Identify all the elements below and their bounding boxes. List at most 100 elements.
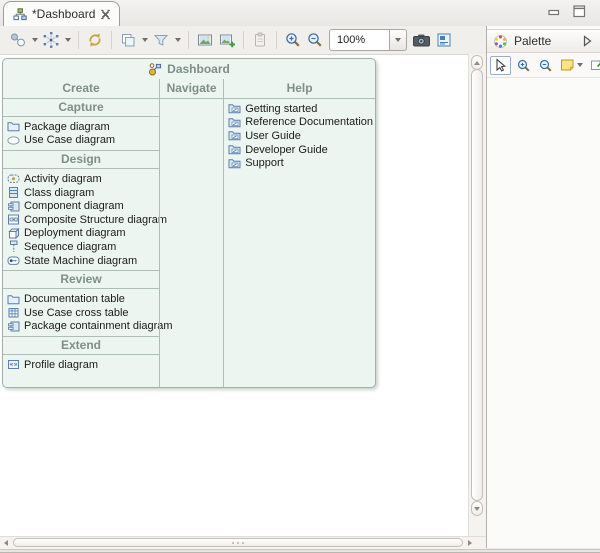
zoom-out-button[interactable] bbox=[304, 29, 326, 51]
chevron-down-icon[interactable] bbox=[65, 38, 71, 42]
layout-button[interactable] bbox=[40, 29, 73, 51]
nodes-button[interactable] bbox=[7, 29, 40, 51]
list-item-reference-documentation[interactable]: Reference Documentation bbox=[224, 116, 375, 130]
sync-button[interactable] bbox=[84, 29, 106, 51]
table-icon bbox=[7, 306, 20, 319]
chevron-down-icon[interactable] bbox=[32, 38, 38, 42]
toolbar-separator bbox=[111, 31, 112, 49]
paste-icon bbox=[251, 31, 269, 49]
navigate-header: Navigate bbox=[160, 79, 223, 99]
minimize-icon[interactable] bbox=[548, 6, 560, 18]
palette-panel: Palette bbox=[487, 26, 600, 548]
list-item-class-diagram[interactable]: Class diagram bbox=[3, 186, 159, 200]
palette-zoom-in-tool[interactable] bbox=[514, 57, 533, 74]
nodes-icon bbox=[9, 31, 27, 49]
list-item-developer-guide[interactable]: Developer Guide bbox=[224, 143, 375, 157]
ellipse-icon bbox=[7, 134, 20, 147]
list-item-package-diagram[interactable]: Package diagram bbox=[3, 120, 159, 134]
camera-icon bbox=[412, 31, 431, 49]
zoom-level-combo[interactable]: 100% bbox=[329, 29, 407, 51]
list-item-composite-structure-diagram[interactable]: Composite Structure diagram bbox=[3, 213, 159, 227]
dashboard-panel: Dashboard Create Capture Package dia bbox=[2, 58, 376, 388]
zoom-level-value[interactable]: 100% bbox=[329, 29, 390, 51]
activity-diagram-icon bbox=[7, 172, 20, 185]
vertical-scrollbar[interactable] bbox=[468, 54, 486, 536]
add-image-icon bbox=[218, 31, 236, 49]
pin-note-tool[interactable] bbox=[588, 57, 600, 73]
filter-icon bbox=[152, 31, 170, 49]
section-capture: Capture Package diagram bbox=[3, 99, 159, 150]
paste-button[interactable] bbox=[249, 29, 271, 51]
diagram-toolbar: 100% bbox=[0, 26, 487, 54]
collapse-arrow-icon[interactable] bbox=[583, 35, 592, 47]
window-bottom-edge bbox=[0, 549, 600, 553]
zoom-in-button[interactable] bbox=[282, 29, 304, 51]
profile-diagram-icon: «» bbox=[7, 358, 20, 371]
diagram-capture-button[interactable] bbox=[433, 29, 455, 51]
list-item-user-guide[interactable]: User Guide bbox=[224, 129, 375, 143]
list-item-state-machine-diagram[interactable]: State Machine diagram bbox=[3, 254, 159, 268]
zoom-in-icon bbox=[284, 31, 302, 49]
palette-zoom-out-tool[interactable] bbox=[536, 57, 555, 74]
filter-button[interactable] bbox=[150, 29, 183, 51]
palette-icon bbox=[493, 34, 508, 49]
pin-tool-icon bbox=[590, 58, 600, 72]
scroll-up-button[interactable] bbox=[471, 55, 483, 70]
list-item-deployment-diagram[interactable]: Deployment diagram bbox=[3, 227, 159, 241]
column-help: Help Getting started bbox=[223, 79, 375, 387]
horizontal-scrollbar-thumb[interactable] bbox=[13, 538, 463, 547]
section-review: Review Documentation table bbox=[3, 270, 159, 336]
arrow-up-icon bbox=[474, 61, 480, 65]
zoom-level-dropdown-button[interactable] bbox=[390, 29, 407, 51]
list-item-activity-diagram[interactable]: Activity diagram bbox=[3, 172, 159, 186]
copy-appearance-button[interactable] bbox=[117, 29, 150, 51]
maximize-icon[interactable] bbox=[573, 5, 586, 18]
view-buttons bbox=[548, 5, 586, 18]
scroll-down-button[interactable] bbox=[471, 501, 483, 516]
help-folder-icon bbox=[228, 102, 241, 115]
list-item-component-diagram[interactable]: Component diagram bbox=[3, 199, 159, 213]
list-item-use-case-cross-table[interactable]: Use Case cross table bbox=[3, 306, 159, 320]
palette-tools bbox=[487, 53, 600, 78]
section-design: Design Activity diagram bbox=[3, 150, 159, 270]
list-item-documentation-table[interactable]: Documentation table bbox=[3, 292, 159, 306]
note-tool-icon bbox=[560, 58, 575, 72]
dashboard-title: Dashboard bbox=[167, 62, 230, 76]
note-tool[interactable] bbox=[558, 57, 585, 73]
toolbar-separator bbox=[188, 31, 189, 49]
section-extend: Extend «» Profile diagram bbox=[3, 336, 159, 375]
help-header: Help bbox=[224, 79, 375, 99]
snapshot-button[interactable] bbox=[410, 29, 433, 51]
list-item-getting-started[interactable]: Getting started bbox=[224, 102, 375, 116]
help-folder-icon bbox=[228, 157, 241, 170]
design-header: Design bbox=[3, 151, 159, 169]
scroll-left-button[interactable] bbox=[0, 538, 11, 547]
list-item-profile-diagram[interactable]: «» Profile diagram bbox=[3, 358, 159, 372]
chevron-down-icon[interactable] bbox=[142, 38, 148, 42]
tab-dashboard[interactable]: *Dashboard bbox=[3, 1, 120, 26]
state-machine-diagram-icon bbox=[7, 254, 20, 267]
vertical-scrollbar-thumb[interactable] bbox=[471, 69, 483, 501]
diagram-canvas[interactable]: Dashboard Create Capture Package dia bbox=[0, 54, 468, 536]
dashboard-title-row: Dashboard bbox=[3, 59, 375, 79]
close-icon[interactable] bbox=[100, 9, 111, 20]
folder-icon bbox=[7, 120, 20, 133]
help-folder-icon bbox=[228, 129, 241, 142]
select-tool[interactable] bbox=[490, 56, 511, 75]
list-item-use-case-diagram[interactable]: Use Case diagram bbox=[3, 134, 159, 148]
image-button[interactable] bbox=[194, 29, 216, 51]
sync-icon bbox=[86, 31, 104, 49]
palette-header[interactable]: Palette bbox=[487, 29, 600, 53]
chevron-down-icon[interactable] bbox=[175, 38, 181, 42]
chevron-down-icon[interactable] bbox=[577, 63, 583, 67]
arrow-left-icon bbox=[4, 540, 8, 546]
diagram-tab-icon bbox=[13, 8, 27, 21]
add-image-button[interactable] bbox=[216, 29, 238, 51]
list-item-sequence-diagram[interactable]: Sequence diagram bbox=[3, 240, 159, 254]
list-item-package-containment-diagram[interactable]: Package containment diagram bbox=[3, 320, 159, 334]
layout-icon bbox=[42, 31, 60, 49]
horizontal-scrollbar[interactable] bbox=[0, 536, 486, 549]
scroll-right-button[interactable] bbox=[464, 538, 475, 547]
review-header: Review bbox=[3, 271, 159, 289]
list-item-support[interactable]: Support bbox=[224, 156, 375, 170]
